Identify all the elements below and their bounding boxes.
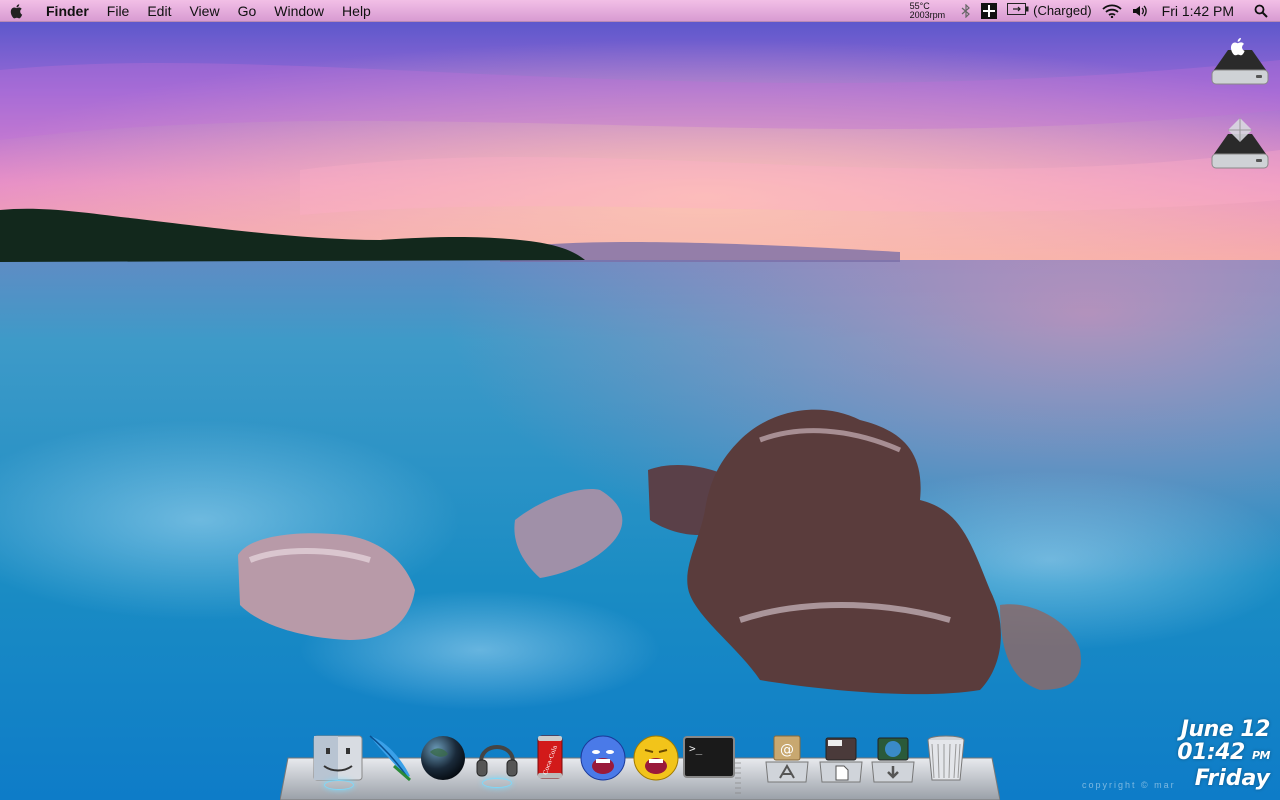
date-widget: June 12 01:42 PM Friday — [1160, 718, 1270, 791]
headphones-icon — [476, 745, 518, 777]
dock-downloads-stack[interactable] — [870, 734, 916, 789]
desktop-drive-mac[interactable] — [1208, 34, 1272, 90]
battery-status-text: (Charged) — [1033, 3, 1092, 18]
menu-go[interactable]: Go — [229, 0, 266, 22]
menu-edit[interactable]: Edit — [138, 0, 180, 22]
widget-date: June 12 — [1180, 717, 1271, 742]
dock-blue-face[interactable] — [578, 732, 628, 787]
windows-drive-icon — [1211, 118, 1269, 169]
wifi-icon[interactable] — [1102, 4, 1122, 18]
dock-finder[interactable] — [312, 734, 364, 790]
widget-day: Friday — [1194, 766, 1270, 791]
apple-drive-icon — [1211, 37, 1269, 85]
dock-headphones[interactable] — [472, 732, 522, 788]
spaces-icon[interactable] — [981, 2, 998, 19]
dock-documents-stack[interactable] — [818, 734, 864, 789]
fan-speed-value: 2003rpm — [909, 9, 946, 20]
downloads-stack-icon — [871, 737, 915, 783]
wallpaper-copyright: copyright © mar — [1082, 780, 1176, 790]
terminal-prompt: >_ — [689, 742, 703, 755]
battery-icon — [1007, 3, 1029, 18]
dock-cola[interactable]: Coca-Cola — [530, 732, 570, 787]
widget-time-row: 01:42 PM — [1160, 742, 1270, 767]
menu-bar: Finder File Edit View Go Window Help 55°… — [0, 0, 1280, 22]
svg-text:@: @ — [780, 742, 794, 758]
desktop-drive-windows[interactable] — [1208, 118, 1272, 174]
spotlight-search-icon[interactable] — [1252, 2, 1270, 20]
finder-running-indicator — [324, 780, 354, 790]
feather-icon — [369, 735, 411, 782]
applications-stack-icon: @ — [765, 735, 809, 783]
menu-file[interactable]: File — [98, 0, 139, 22]
widget-ampm: PM — [1251, 749, 1271, 762]
dock-yellow-face[interactable] — [631, 732, 681, 787]
temperature-monitor[interactable]: 55°C 2003rpm — [909, 1, 946, 20]
volume-icon[interactable] — [1132, 4, 1148, 18]
dock-trash[interactable] — [924, 734, 968, 789]
terminal-icon: >_ — [683, 736, 735, 778]
widget-time: 01:42 — [1177, 740, 1245, 765]
menu-help[interactable]: Help — [333, 0, 380, 22]
battery-menu[interactable]: (Charged) — [1007, 3, 1092, 18]
globe-icon — [421, 736, 465, 780]
cola-can-icon: Coca-Cola — [537, 735, 563, 779]
dock-feather[interactable] — [364, 732, 416, 789]
finder-icon — [313, 735, 363, 781]
menu-clock[interactable]: Fri 1:42 PM — [1162, 3, 1234, 19]
blue-face-icon — [580, 735, 626, 781]
headphones-running-indicator — [482, 778, 512, 788]
dock-globe[interactable] — [418, 732, 468, 787]
trash-icon — [927, 735, 965, 781]
bluetooth-icon[interactable] — [961, 3, 971, 18]
menu-window[interactable]: Window — [265, 0, 333, 22]
dock-terminal[interactable]: >_ — [683, 736, 735, 785]
menu-view[interactable]: View — [180, 0, 228, 22]
apple-menu-icon[interactable] — [0, 0, 34, 22]
documents-stack-icon — [819, 737, 863, 783]
desktop-wallpaper — [0, 0, 1280, 800]
yellow-face-icon — [633, 735, 679, 781]
dock-applications-stack[interactable]: @ — [764, 734, 810, 789]
menu-app-finder[interactable]: Finder — [34, 0, 98, 22]
